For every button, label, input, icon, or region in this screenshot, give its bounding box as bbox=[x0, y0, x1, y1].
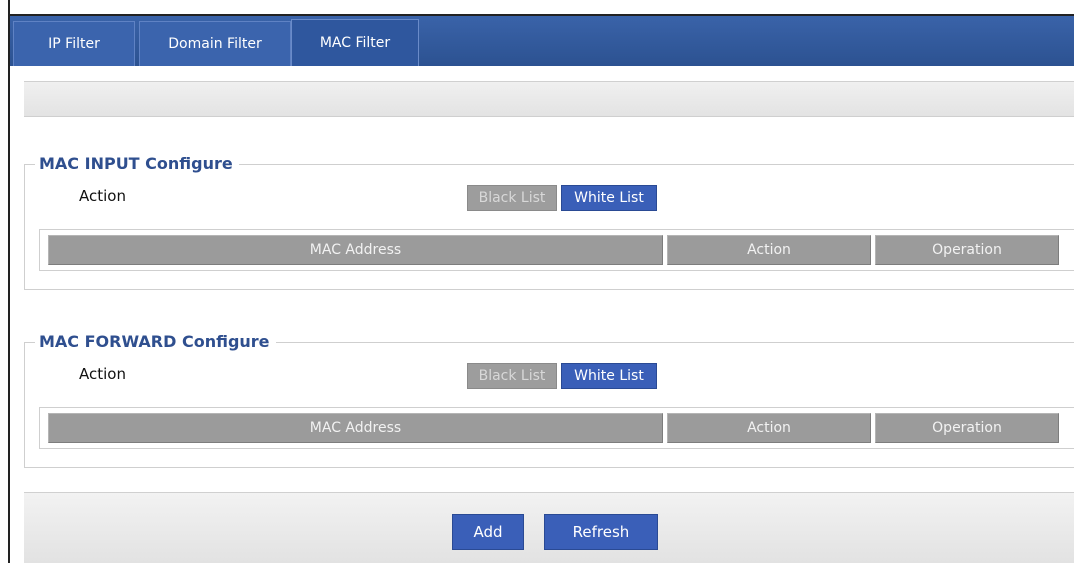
mac-forward-title: MAC FORWARD Configure bbox=[35, 332, 276, 352]
mac-forward-col-mac-address: MAC Address bbox=[48, 413, 663, 443]
mac-input-table: MAC Address Action Operation bbox=[39, 229, 1074, 271]
mac-forward-black-list-button[interactable]: Black List bbox=[467, 363, 557, 389]
tab-domain-filter[interactable]: Domain Filter bbox=[139, 21, 291, 66]
mac-filter-page: IP Filter Domain Filter MAC Filter MAC I… bbox=[0, 0, 1074, 563]
mac-input-group: MAC INPUT Configure Action Black List Wh… bbox=[24, 154, 1074, 290]
refresh-button[interactable]: Refresh bbox=[544, 514, 658, 550]
mac-input-action-label: Action bbox=[79, 187, 126, 205]
mac-input-col-action: Action bbox=[667, 235, 871, 265]
mac-input-col-mac-address: MAC Address bbox=[48, 235, 663, 265]
tab-mac-filter[interactable]: MAC Filter bbox=[291, 19, 419, 66]
tab-bar: IP Filter Domain Filter MAC Filter bbox=[10, 16, 1074, 66]
mac-forward-table: MAC Address Action Operation bbox=[39, 407, 1074, 449]
mac-input-col-operation: Operation bbox=[875, 235, 1059, 265]
mac-input-title: MAC INPUT Configure bbox=[35, 154, 239, 174]
add-button[interactable]: Add bbox=[452, 514, 524, 550]
mac-forward-group: MAC FORWARD Configure Action Black List … bbox=[24, 332, 1074, 468]
top-border bbox=[0, 0, 1074, 16]
left-border bbox=[0, 0, 10, 563]
tab-ip-filter[interactable]: IP Filter bbox=[13, 21, 135, 66]
mac-forward-action-label: Action bbox=[79, 365, 126, 383]
mac-input-black-list-button[interactable]: Black List bbox=[467, 185, 557, 211]
mac-input-white-list-button[interactable]: White List bbox=[561, 185, 657, 211]
mac-forward-col-action: Action bbox=[667, 413, 871, 443]
footer-bar: Add Refresh bbox=[24, 492, 1074, 563]
mac-forward-col-operation: Operation bbox=[875, 413, 1059, 443]
top-band bbox=[24, 81, 1074, 117]
mac-forward-white-list-button[interactable]: White List bbox=[561, 363, 657, 389]
